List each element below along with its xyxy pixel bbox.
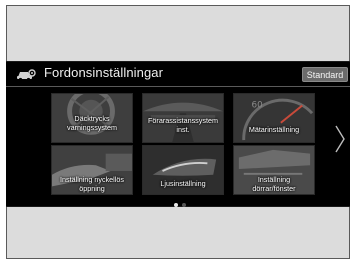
tile-label: Förarassistanssystem inst.: [148, 116, 218, 134]
page-title: Fordonsinställningar: [44, 65, 164, 80]
car-settings-icon: [17, 69, 36, 82]
tile-label: Inställning dörrar/fönster: [252, 175, 296, 193]
header-bar: Fordonsinställningar Standard: [6, 62, 350, 89]
tile-label: Inställning nyckellös öppning: [60, 175, 124, 193]
chevron-right-icon[interactable]: [333, 124, 347, 154]
tile-light-settings[interactable]: Ljusinställning: [142, 145, 224, 195]
header-divider: [6, 86, 350, 87]
page-dot-active: [174, 203, 178, 207]
tile-door-window[interactable]: Inställning dörrar/fönster: [233, 145, 315, 195]
tile-label: Ljusinställning: [160, 179, 206, 188]
tile-driver-assist[interactable]: Förarassistanssystem inst.: [142, 93, 224, 143]
page-dot: [182, 203, 186, 207]
tile-tire-pressure[interactable]: Däcktrycks varningssystem: [51, 93, 133, 143]
svg-text:60: 60: [252, 100, 263, 110]
standard-button[interactable]: Standard: [302, 67, 348, 82]
tile-label: Däcktrycks varningssystem: [67, 114, 117, 132]
tile-keyless-entry[interactable]: Inställning nyckellös öppning: [51, 145, 133, 195]
tile-label: Mätarinställning: [248, 125, 300, 134]
tile-meter-settings[interactable]: 60 Mätarinställning: [233, 93, 315, 143]
vehicle-settings-screen: Fordonsinställningar Standard Däcktrycks…: [6, 61, 350, 207]
speedometer-image: 60: [234, 94, 314, 142]
